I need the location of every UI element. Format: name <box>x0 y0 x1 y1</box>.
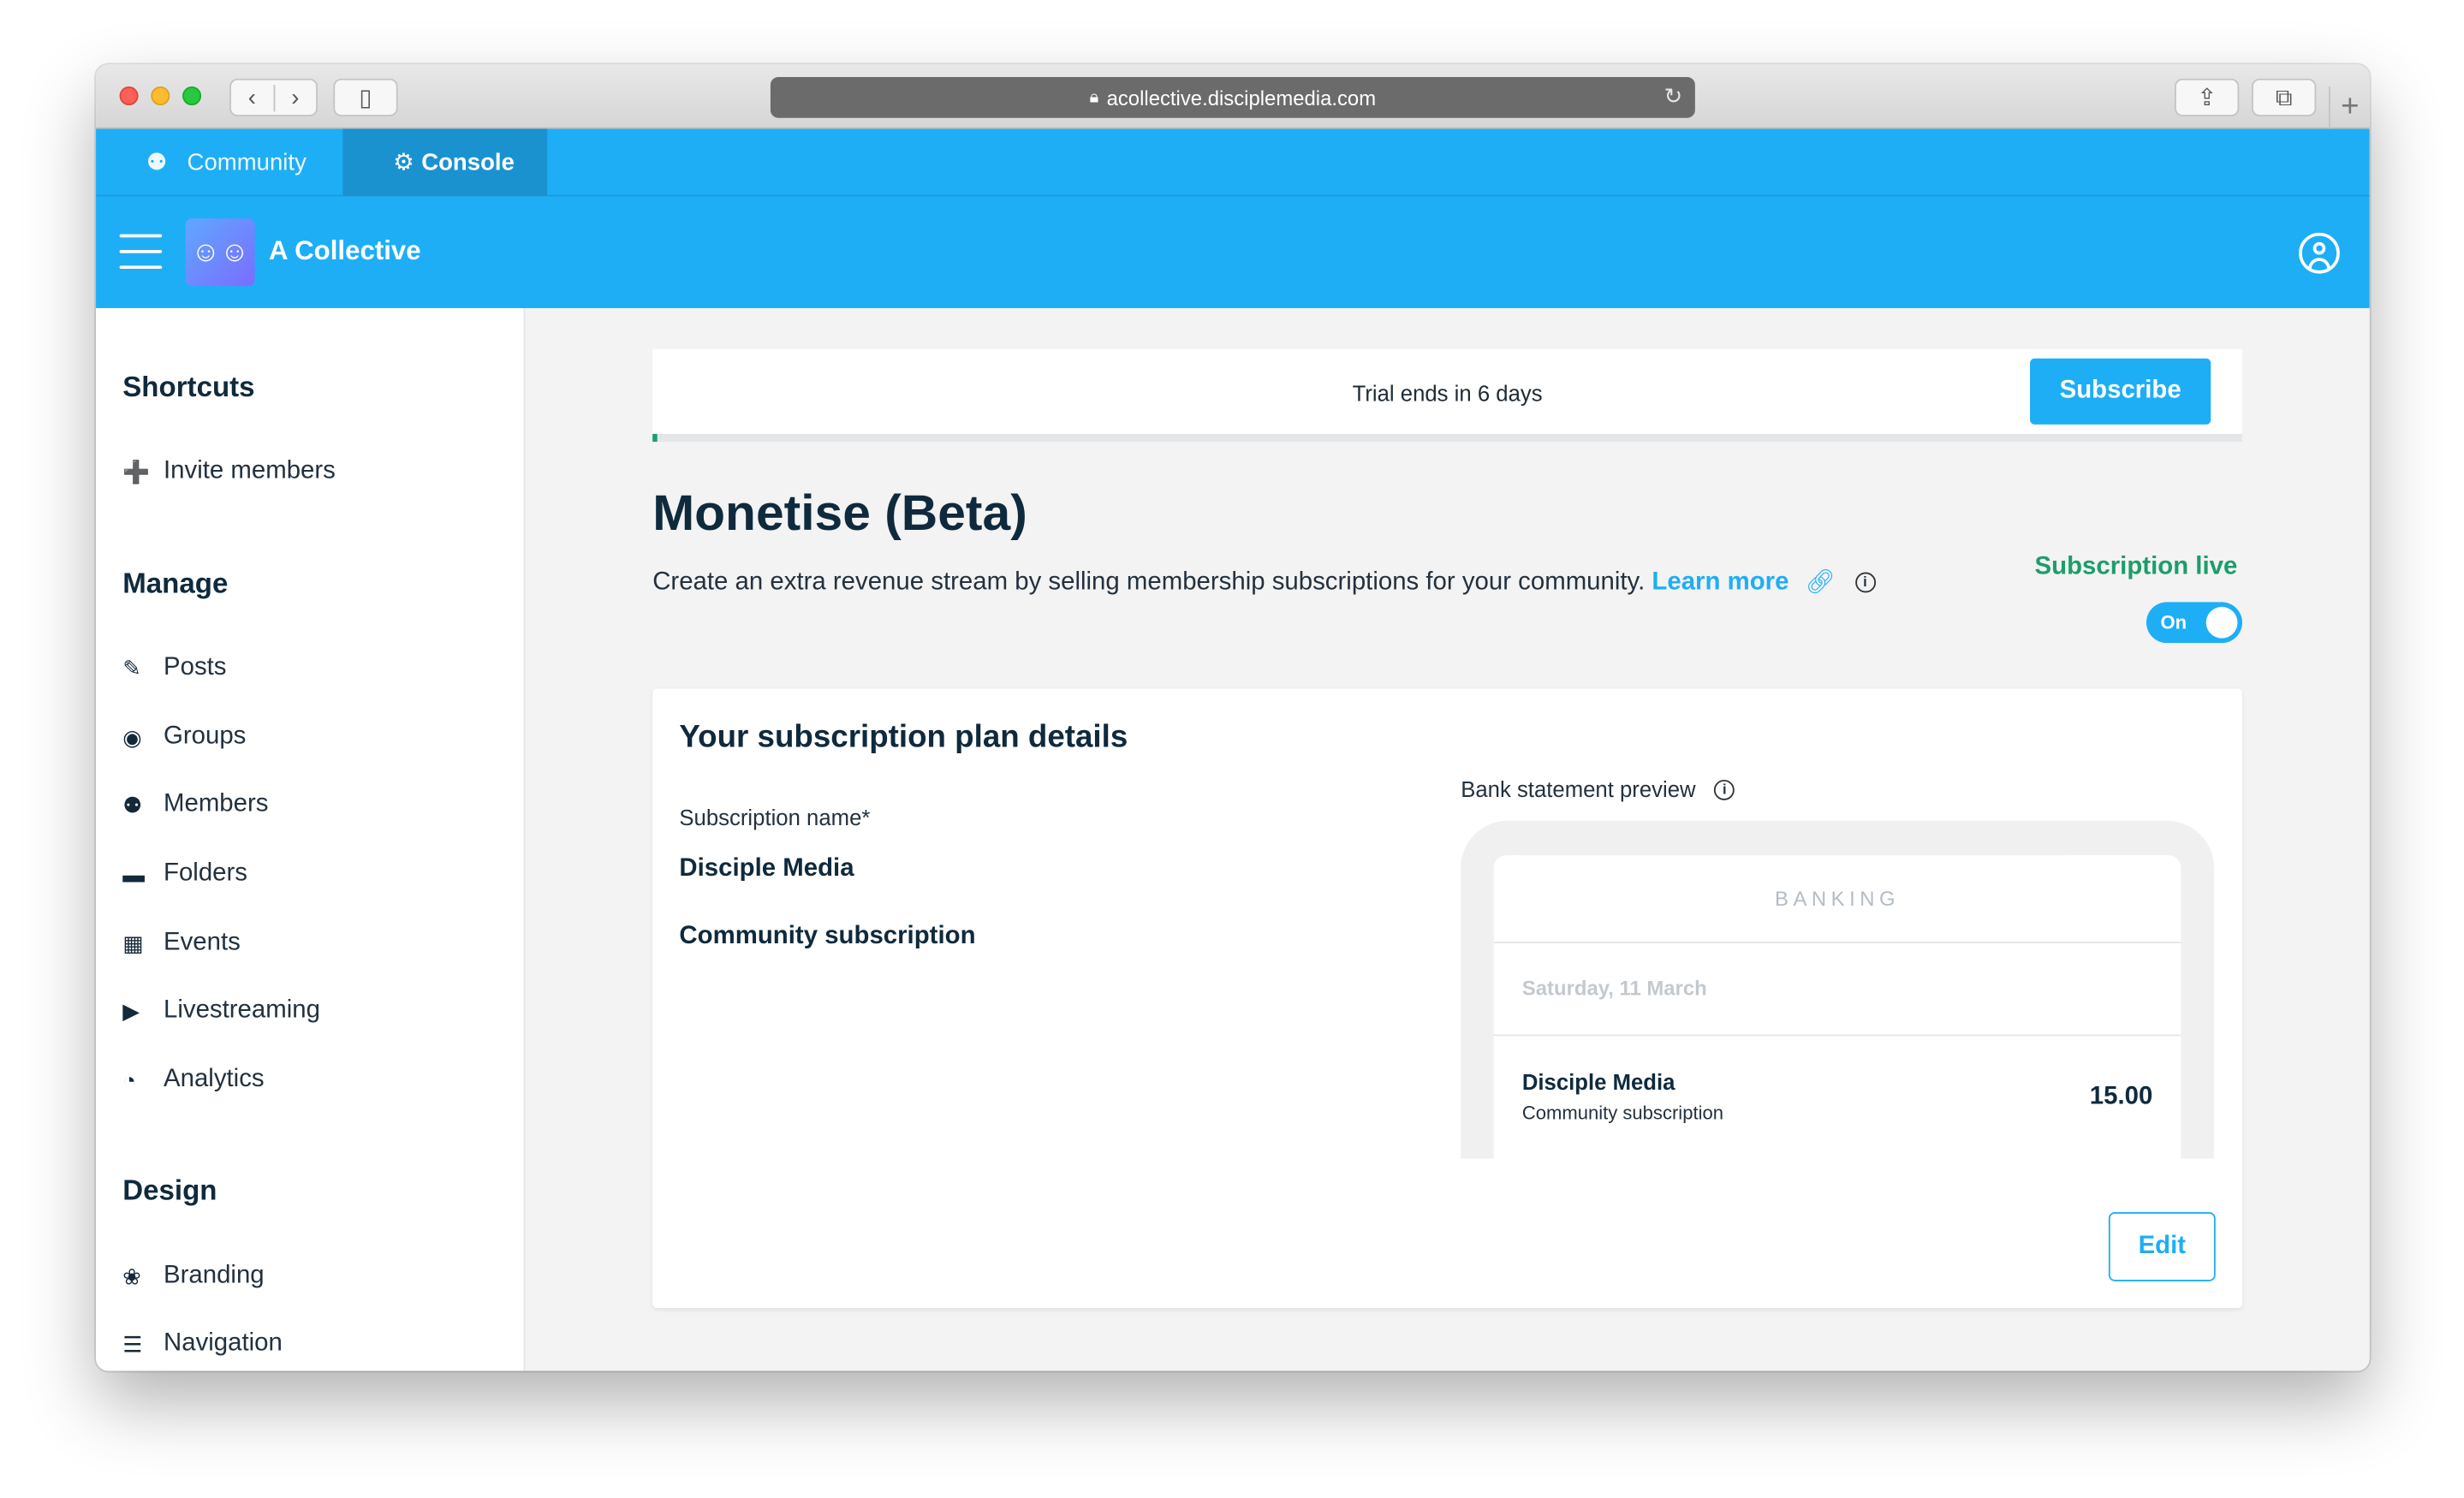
sidebar-item-branding[interactable]: ❀ Branding <box>122 1257 264 1295</box>
tab-console[interactable]: ⚙ Console <box>342 128 548 197</box>
share-icon[interactable]: ⇪ <box>2175 78 2240 116</box>
sidebar-item-analytics[interactable]: ◔ Analytics <box>122 1061 264 1099</box>
sidebar-item-label: Invite members <box>164 457 336 484</box>
reload-icon[interactable]: ↻ <box>1664 83 1683 110</box>
toggle-knob <box>2205 606 2238 639</box>
play-icon: ▶ <box>122 997 140 1023</box>
link-icon[interactable]: 🔗︎ <box>1806 569 1836 596</box>
info-icon[interactable]: i <box>1714 779 1735 800</box>
sidebar-item-label: Branding <box>164 1262 265 1290</box>
sidebar-item-members[interactable]: ⚉ Members <box>122 786 268 823</box>
new-tab-icon[interactable]: + <box>2329 86 2370 129</box>
community-name: A Collective <box>269 235 421 266</box>
divider <box>1493 942 2181 943</box>
main-content: Trial ends in 6 days Subscribe Monetise … <box>525 307 2370 1371</box>
edit-button[interactable]: Edit <box>2108 1212 2216 1281</box>
subscription-live-toggle[interactable]: On <box>2146 602 2242 644</box>
lock-icon: 🔒︎ <box>1089 86 1099 106</box>
manage-heading: Manage <box>122 568 229 599</box>
top-nav: ⚉ Community ⚙ Console <box>96 128 2370 197</box>
subscription-descriptor-value: Community subscription <box>679 923 976 950</box>
tabs-overview-icon[interactable]: ⧉ <box>2252 78 2317 116</box>
plan-details-card: Your subscription plan details Subscript… <box>652 688 2242 1309</box>
card-title: Your subscription plan details <box>679 720 1128 755</box>
sidebar-item-label: Folders <box>164 859 248 887</box>
edit-icon: ✎ <box>122 654 141 681</box>
browser-toolbar: ‹ › ▯ 🔒︎ acollective.disciplemedia.com ↻… <box>96 64 2370 129</box>
sidebar-item-posts[interactable]: ✎ Posts <box>122 650 226 687</box>
members-icon: ⚉ <box>122 791 143 817</box>
subscribe-button[interactable]: Subscribe <box>2030 358 2211 425</box>
browser-window: ‹ › ▯ 🔒︎ acollective.disciplemedia.com ↻… <box>96 64 2370 1371</box>
sidebar-item-navigation[interactable]: ☰ Navigation <box>122 1325 283 1363</box>
sidebar-item-events[interactable]: ▦ Events <box>122 924 241 962</box>
gauge-icon: ◔ <box>122 1067 136 1093</box>
minimize-window-button[interactable] <box>151 86 170 106</box>
sidebar-item-label: Analytics <box>164 1066 265 1093</box>
user-plus-icon: ➕ <box>122 458 151 484</box>
sidebar-item-folders[interactable]: ▬ Folders <box>122 855 247 893</box>
toggle-label: On <box>2160 611 2187 634</box>
banking-header: BANKING <box>1775 886 1901 911</box>
users-icon: ⚉ <box>146 149 168 176</box>
phone-mockup: BANKING Saturday, 11 March Disciple Medi… <box>1461 820 2214 1159</box>
list-icon: ☰ <box>122 1330 143 1357</box>
community-logo: ☺☺ <box>185 218 255 287</box>
description-text: Create an extra revenue stream by sellin… <box>652 568 1646 597</box>
subscription-name-label: Subscription name* <box>679 805 871 830</box>
sidebar-item-livestreaming[interactable]: ▶ Livestreaming <box>122 992 320 1030</box>
trial-progress <box>652 433 658 443</box>
url-text: acollective.disciplemedia.com <box>1106 86 1377 110</box>
sidebar-item-label: Posts <box>164 654 227 681</box>
sidebar-item-label: Events <box>164 929 241 956</box>
address-bar[interactable]: 🔒︎ acollective.disciplemedia.com ↻ <box>770 76 1695 118</box>
sidebar-item-label: Groups <box>164 722 247 751</box>
gear-icon: ⚙ <box>393 149 414 176</box>
tab-community[interactable]: ⚉ Community <box>96 129 342 197</box>
close-window-button[interactable] <box>119 86 139 106</box>
history-nav: ‹ › <box>229 78 318 116</box>
subscription-name-value: Disciple Media <box>679 855 854 883</box>
screen: ‹ › ▯ 🔒︎ acollective.disciplemedia.com ↻… <box>0 0 2464 1498</box>
calendar-icon: ▦ <box>122 930 144 955</box>
palette-icon: ❀ <box>122 1263 141 1289</box>
chevron-right-icon[interactable]: › <box>274 84 316 110</box>
sidebar-item-label: Members <box>164 790 269 818</box>
transaction-amount: 15.00 <box>2089 1083 2153 1110</box>
sidebar-toggle-icon[interactable]: ▯ <box>333 78 398 116</box>
sidebar-item-label: Livestreaming <box>164 996 320 1024</box>
shortcuts-heading: Shortcuts <box>122 371 255 403</box>
sidebar-item-invite-members[interactable]: ➕ Invite members <box>122 453 336 490</box>
groups-icon: ◉ <box>122 723 142 750</box>
subscription-live-label: Subscription live <box>2034 553 2238 580</box>
design-heading: Design <box>122 1174 217 1206</box>
sidebar-item-groups[interactable]: ◉ Groups <box>122 718 246 756</box>
sidebar: Shortcuts ➕ Invite members Manage ✎ Post… <box>96 307 526 1371</box>
folder-icon: ▬ <box>122 861 145 887</box>
zoom-window-button[interactable] <box>182 86 202 106</box>
bank-statement-preview: BANKING Saturday, 11 March Disciple Medi… <box>1493 855 2181 1159</box>
bank-preview-label: Bank statement preview i <box>1461 776 1735 802</box>
tab-community-label: Community <box>187 149 307 176</box>
sidebar-item-label: Navigation <box>164 1329 283 1357</box>
tab-console-label: Console <box>421 149 515 176</box>
menu-icon[interactable] <box>119 234 163 270</box>
info-icon[interactable]: i <box>1854 572 1876 593</box>
bank-preview-text: Bank statement preview <box>1461 776 1696 802</box>
page-description: Create an extra revenue stream by sellin… <box>652 568 1876 597</box>
transaction-description: Community subscription <box>1521 1102 1723 1125</box>
account-icon[interactable] <box>2299 232 2340 274</box>
app-header: ☺☺ A Collective <box>96 196 2370 308</box>
trial-text: Trial ends in 6 days <box>1352 380 1543 406</box>
learn-more-link[interactable]: Learn more <box>1652 569 1788 596</box>
page-title: Monetise (Beta) <box>652 484 1027 541</box>
divider <box>1493 1034 2181 1037</box>
statement-date: Saturday, 11 March <box>1521 976 1707 1001</box>
trial-banner: Trial ends in 6 days Subscribe <box>652 348 2242 443</box>
transaction-name: Disciple Media <box>1521 1068 1675 1095</box>
chevron-left-icon[interactable]: ‹ <box>231 84 275 111</box>
